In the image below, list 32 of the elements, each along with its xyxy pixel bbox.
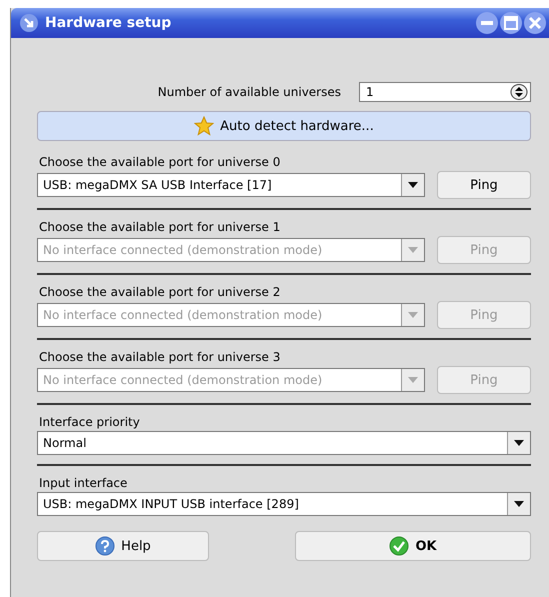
auto-detect-button[interactable]: Auto detect hardware... bbox=[37, 111, 531, 141]
ping-button[interactable]: Ping bbox=[437, 171, 531, 199]
close-button[interactable] bbox=[524, 12, 546, 34]
input-dropdown[interactable]: USB: megaDMX INPUT USB interface [289] bbox=[37, 492, 531, 516]
section-label: Input interface bbox=[39, 476, 128, 490]
maximize-button[interactable] bbox=[500, 12, 522, 34]
dropdown-arrow-icon bbox=[513, 500, 525, 508]
help-button[interactable]: Help bbox=[37, 531, 209, 561]
minimize-button[interactable] bbox=[476, 12, 498, 34]
dropdown-arrow-icon bbox=[407, 311, 419, 319]
close-icon bbox=[528, 16, 542, 30]
section-label: Choose the available port for universe 2 bbox=[39, 285, 282, 299]
port-dropdown[interactable]: USB: megaDMX SA USB Interface [17] bbox=[37, 173, 425, 197]
window-title: Hardware setup bbox=[45, 15, 172, 31]
dropdown-arrow-icon bbox=[407, 246, 419, 254]
question-icon bbox=[95, 536, 116, 556]
maximize-icon bbox=[504, 16, 518, 30]
app-icon bbox=[19, 13, 39, 33]
priority-dropdown[interactable]: Normal bbox=[37, 431, 531, 455]
section-label: Interface priority bbox=[39, 415, 141, 429]
dropdown-arrow-icon bbox=[407, 376, 419, 384]
field-label: Number of available universes bbox=[158, 85, 341, 99]
ok-button[interactable]: OK bbox=[295, 531, 531, 561]
dropdown-arrow-icon bbox=[513, 439, 525, 447]
spin-arrows-icon bbox=[510, 84, 528, 100]
checkmark-icon bbox=[389, 536, 410, 556]
universes-spinbox[interactable]: 1 bbox=[359, 82, 531, 102]
section-label: Choose the available port for universe 1 bbox=[39, 220, 282, 234]
section-label: Choose the available port for universe 0 bbox=[39, 155, 282, 169]
section-label: Choose the available port for universe 3 bbox=[39, 350, 282, 364]
dropdown-arrow-icon bbox=[407, 181, 419, 189]
star-icon bbox=[194, 116, 214, 136]
